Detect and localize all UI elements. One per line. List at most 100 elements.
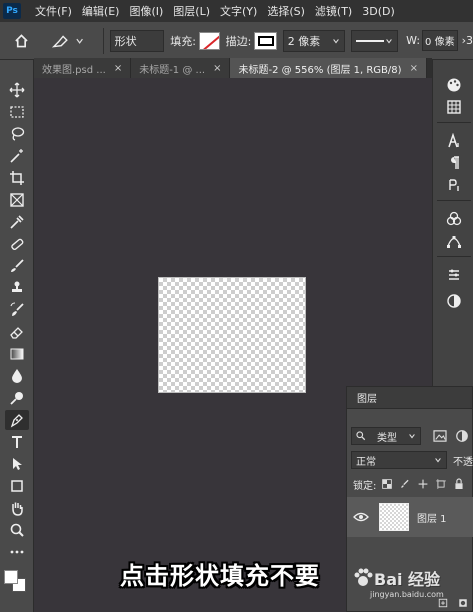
pen-tool-preset-icon[interactable] (51, 32, 71, 50)
stroke-type-dropdown[interactable] (350, 29, 399, 52)
character-icon[interactable] (445, 132, 463, 150)
crop-tool[interactable] (5, 168, 29, 188)
move-icon (9, 82, 25, 98)
brush-icon (11, 259, 24, 272)
fill-swatch[interactable] (198, 31, 220, 50)
stamp-icon (12, 281, 22, 292)
tool-mode-dropdown[interactable]: 形状 (109, 29, 165, 52)
brush-tool[interactable] (5, 256, 29, 276)
search-icon (356, 431, 366, 441)
adjustments-icon[interactable] (445, 266, 463, 284)
marquee-icon (10, 106, 24, 118)
eyedropper-icon (10, 215, 24, 229)
lasso-icon (11, 127, 25, 141)
divider (437, 122, 471, 123)
close-icon[interactable]: × (114, 63, 122, 74)
blend-mode-value: 正常 (356, 456, 376, 468)
color-palette-icon[interactable] (445, 76, 463, 94)
eye-icon[interactable] (353, 511, 369, 523)
layer-name[interactable]: 图层 1 (417, 510, 447, 525)
overflow-indicator: ›3 (461, 34, 473, 47)
frame-tool[interactable] (5, 190, 29, 210)
baidu-paw-logo (354, 568, 373, 586)
lock-artboard-icon[interactable] (436, 479, 447, 489)
options-bar: 形状 填充: 描边: 2 像素 W: 0 像素 ›3 (0, 22, 473, 60)
magic-wand-tool[interactable] (5, 146, 29, 166)
menu-3d[interactable]: 3D(D) (362, 5, 395, 18)
width-input[interactable]: 0 像素 (422, 30, 458, 51)
glyphs-icon[interactable] (445, 176, 463, 194)
width-label: W: (406, 34, 421, 47)
hand-tool[interactable] (5, 498, 29, 518)
pen-tool[interactable] (5, 410, 29, 430)
layers-panel-header: 图层 (347, 387, 472, 409)
dodge-tool[interactable] (5, 388, 29, 408)
chevron-down-icon (409, 434, 415, 439)
stamp-tool[interactable] (5, 278, 29, 298)
tab-document-3-active[interactable]: 未标题-2 @ 556% (图层 1, RGB/8) × (230, 58, 427, 78)
paths-icon[interactable] (445, 232, 463, 250)
divider (102, 27, 104, 54)
swatches-grid-icon[interactable] (445, 98, 463, 116)
stroke-width-dropdown[interactable]: 2 像素 (282, 29, 345, 52)
menu-image[interactable]: 图像(I) (129, 3, 163, 19)
adjustment-filter-icon[interactable] (455, 429, 469, 443)
lock-transparent-icon[interactable] (382, 479, 393, 489)
properties-icon[interactable] (445, 292, 463, 310)
layer-filter-dropdown[interactable]: 类型 (351, 427, 421, 445)
menu-type[interactable]: 文字(Y) (220, 3, 257, 19)
magic-wand-icon (10, 149, 23, 163)
eraser-tool[interactable] (5, 322, 29, 342)
type-icon (12, 436, 22, 448)
solid-line-icon (355, 39, 384, 42)
stroke-swatch[interactable] (254, 31, 277, 50)
lock-all-icon[interactable] (454, 478, 464, 490)
dodge-icon (10, 392, 23, 405)
new-layer-icon[interactable] (438, 598, 448, 608)
lock-brush-icon[interactable] (400, 479, 410, 489)
shape-tool[interactable] (5, 476, 29, 496)
layer-thumbnail (379, 503, 409, 531)
close-icon[interactable]: × (213, 63, 221, 74)
image-filter-icon[interactable] (433, 430, 447, 442)
menu-select[interactable]: 选择(S) (267, 3, 305, 19)
path-select-tool[interactable] (5, 454, 29, 474)
move-tool[interactable] (5, 80, 29, 100)
eyedropper-tool[interactable] (5, 212, 29, 232)
menu-edit[interactable]: 编辑(E) (82, 3, 120, 19)
lasso-tool[interactable] (5, 124, 29, 144)
menu-filter[interactable]: 滤镜(T) (315, 3, 352, 19)
tab-document-1[interactable]: 效果图.psd ... × (34, 58, 132, 78)
more-tools[interactable] (5, 542, 29, 562)
tab-document-2[interactable]: 未标题-1 @ ... × (131, 58, 231, 78)
bandage-icon (11, 238, 24, 251)
lock-position-icon[interactable] (418, 479, 428, 489)
close-icon[interactable]: × (410, 63, 418, 74)
layer-row[interactable]: 图层 1 (347, 497, 473, 537)
zoom-tool[interactable] (5, 520, 29, 540)
healing-tool[interactable] (5, 234, 29, 254)
menu-layer[interactable]: 图层(L) (173, 3, 210, 19)
layers-panel-title[interactable]: 图层 (357, 390, 377, 405)
history-brush-icon (10, 302, 24, 316)
watermark-url: jingyan.baidu.com (370, 590, 444, 599)
chevron-down-icon (333, 38, 339, 43)
baidu-watermark: Bai 经验 jingyan.baidu.com (352, 566, 444, 599)
type-tool[interactable] (5, 432, 29, 452)
blend-mode-dropdown[interactable]: 正常 (351, 451, 447, 469)
channels-icon[interactable] (445, 210, 463, 228)
paragraph-icon[interactable] (445, 154, 463, 172)
menu-file[interactable]: 文件(F) (35, 3, 72, 19)
hand-icon (12, 502, 23, 516)
marquee-tool[interactable] (5, 102, 29, 122)
history-brush-tool[interactable] (5, 300, 29, 320)
foreground-color-swatch[interactable] (4, 570, 18, 584)
chevron-down-icon[interactable] (75, 36, 84, 46)
eraser-icon (10, 327, 23, 339)
document-canvas[interactable] (158, 277, 306, 393)
tab-label: 未标题-1 @ ... (139, 64, 206, 76)
mask-icon[interactable] (458, 598, 468, 608)
gradient-tool[interactable] (5, 344, 29, 364)
blur-tool[interactable] (5, 366, 29, 386)
home-icon[interactable] (14, 33, 29, 49)
